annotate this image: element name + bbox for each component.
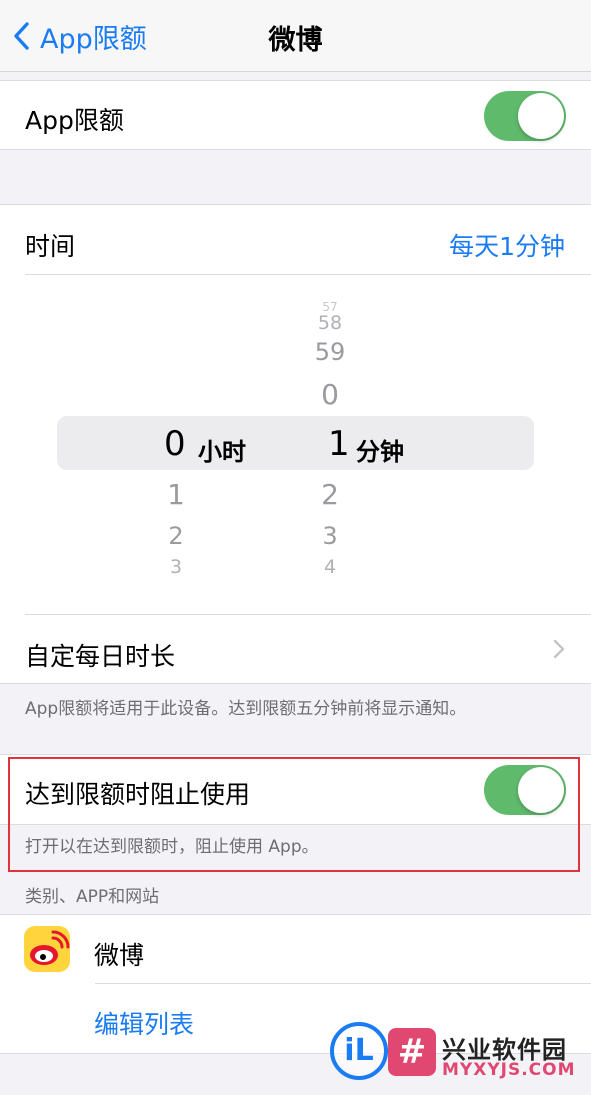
custom-days-row[interactable]: 自定每日时长 xyxy=(0,615,591,684)
picker-minute-option[interactable]: 2 xyxy=(300,478,360,511)
picker-hour-option[interactable]: 3 xyxy=(146,556,206,575)
watermark-circle-icon: iL xyxy=(330,1022,388,1080)
apps-section-header: 类别、APP和网站 xyxy=(25,887,160,907)
picker-hour-option[interactable]: 2 xyxy=(146,522,206,550)
weibo-app-icon xyxy=(24,926,70,972)
picker-hour-option[interactable]: 1 xyxy=(146,478,206,511)
chevron-right-icon xyxy=(553,639,565,659)
switch-knob xyxy=(518,93,564,139)
picker-selection-band xyxy=(57,416,534,470)
picker-selected-minute[interactable]: 1 xyxy=(328,424,350,464)
app-limit-switch[interactable] xyxy=(484,91,566,141)
watermark-url: MYXYJS.COM xyxy=(442,1060,576,1080)
picker-minute-option[interactable]: 4 xyxy=(300,556,360,575)
navigation-bar: App限额 微博 xyxy=(0,0,591,72)
app-limit-label: App限额 xyxy=(25,106,124,135)
app-name: 微博 xyxy=(94,941,145,970)
picker-minute-unit: 分钟 xyxy=(356,438,404,466)
picker-minute-option[interactable]: 59 xyxy=(300,338,360,366)
watermark-hash-icon: # xyxy=(388,1028,436,1076)
picker-minute-option[interactable]: 58 xyxy=(300,312,360,334)
picker-selected-hour[interactable]: 0 xyxy=(164,424,186,464)
edit-list-link[interactable]: 编辑列表 xyxy=(94,1005,194,1041)
watermark-logo: iL # 兴业软件园 MYXYJS.COM xyxy=(330,1020,588,1084)
highlight-box xyxy=(8,757,580,872)
time-label: 时间 xyxy=(25,232,76,261)
picker-hour-unit: 小时 xyxy=(198,438,246,466)
custom-days-label: 自定每日时长 xyxy=(25,642,176,671)
picker-minute-option[interactable]: 3 xyxy=(300,522,360,550)
time-picker[interactable]: 57 58 59 0 0 小时 1 分钟 1 2 3 2 3 4 xyxy=(0,274,591,614)
divider xyxy=(95,983,591,984)
limit-footnote: App限额将适用于此设备。达到限额五分钟前将显示通知。 xyxy=(25,699,467,719)
time-value[interactable]: 每天1分钟 xyxy=(449,227,565,263)
app-limit-group: App限额 xyxy=(0,80,591,150)
picker-minute-option[interactable]: 0 xyxy=(300,378,360,411)
page-title: 微博 xyxy=(268,25,323,56)
